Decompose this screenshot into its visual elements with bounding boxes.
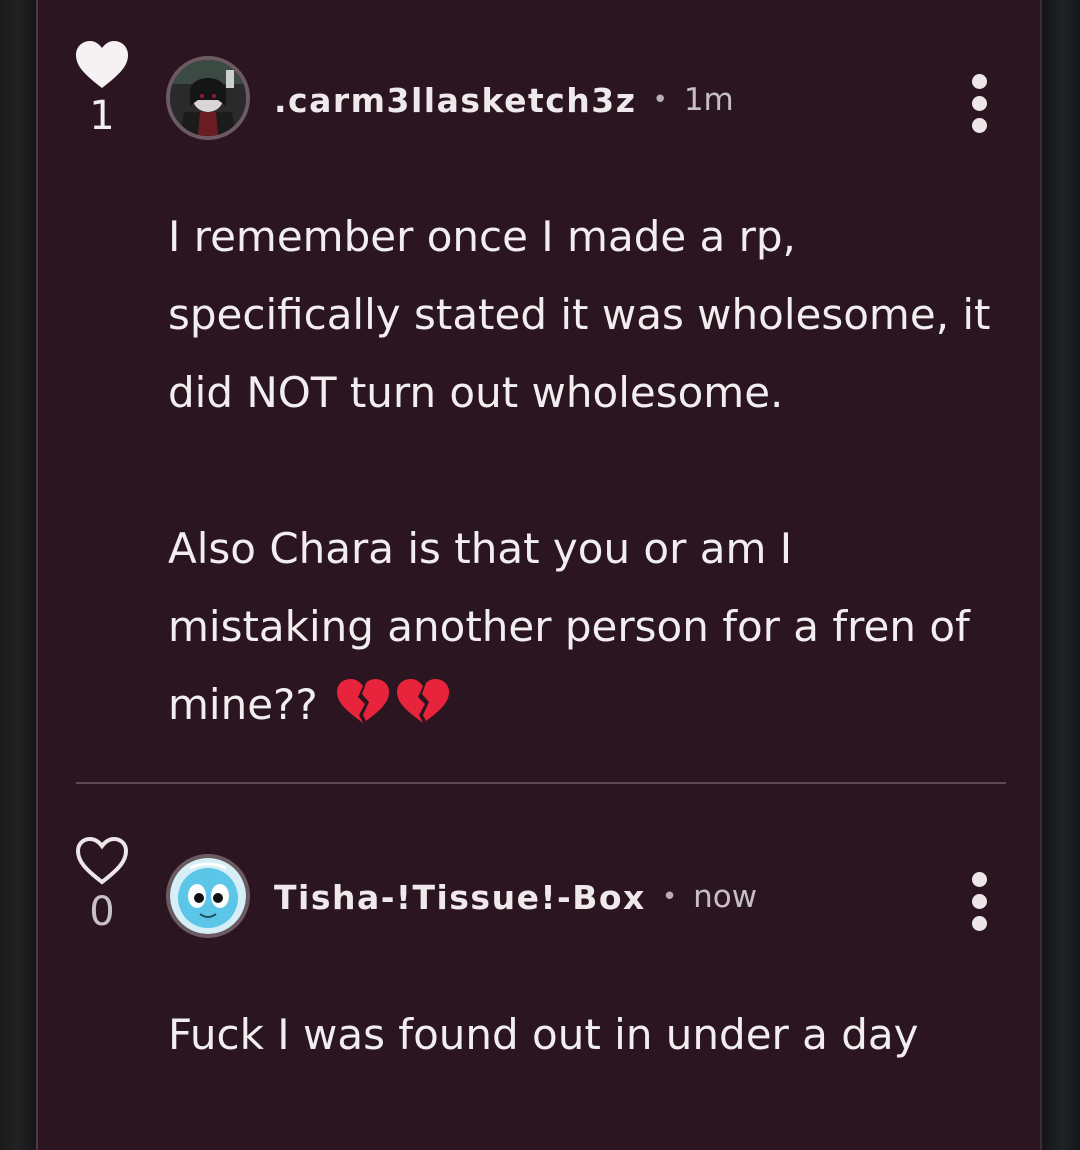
page: 1 .carm3llasketch3z • 1m I remember once… xyxy=(0,0,1080,1150)
heart-filled-icon[interactable] xyxy=(74,40,130,90)
username[interactable]: .carm3llasketch3z xyxy=(274,81,636,120)
comment-text: Fuck I was found out in under a day xyxy=(168,996,1018,1074)
broken-heart-emoji xyxy=(335,672,391,750)
username[interactable]: Tisha-!Tissue!-Box xyxy=(274,878,646,917)
timestamp: now xyxy=(693,879,758,915)
more-vertical-icon xyxy=(971,74,987,89)
like-count: 1 xyxy=(89,93,115,139)
heart-outline-icon[interactable] xyxy=(74,836,130,886)
broken-heart-emoji xyxy=(395,672,451,750)
comment-divider xyxy=(76,782,1006,784)
timestamp: 1m xyxy=(683,82,734,118)
comment-body: I remember once I made a rp, specificall… xyxy=(168,212,991,729)
background-edge xyxy=(1044,0,1080,1150)
avatar[interactable] xyxy=(166,56,250,140)
like-control[interactable]: 0 xyxy=(74,836,130,934)
like-count: 0 xyxy=(89,889,115,935)
more-options-button[interactable] xyxy=(962,74,996,138)
meta-separator: • xyxy=(652,85,668,115)
avatar[interactable] xyxy=(166,854,250,938)
comment-meta: Tisha-!Tissue!-Box • now xyxy=(274,875,757,919)
more-vertical-icon xyxy=(971,872,987,887)
comment-body: Fuck I was found out in under a day xyxy=(168,1010,919,1059)
comment-meta: .carm3llasketch3z • 1m xyxy=(274,78,734,122)
like-control[interactable]: 1 xyxy=(74,40,130,138)
comments-panel: 1 .carm3llasketch3z • 1m I remember once… xyxy=(36,0,1042,1150)
more-options-button[interactable] xyxy=(962,872,996,936)
comment-text: I remember once I made a rp, specificall… xyxy=(168,198,1018,750)
meta-separator: • xyxy=(661,882,678,912)
